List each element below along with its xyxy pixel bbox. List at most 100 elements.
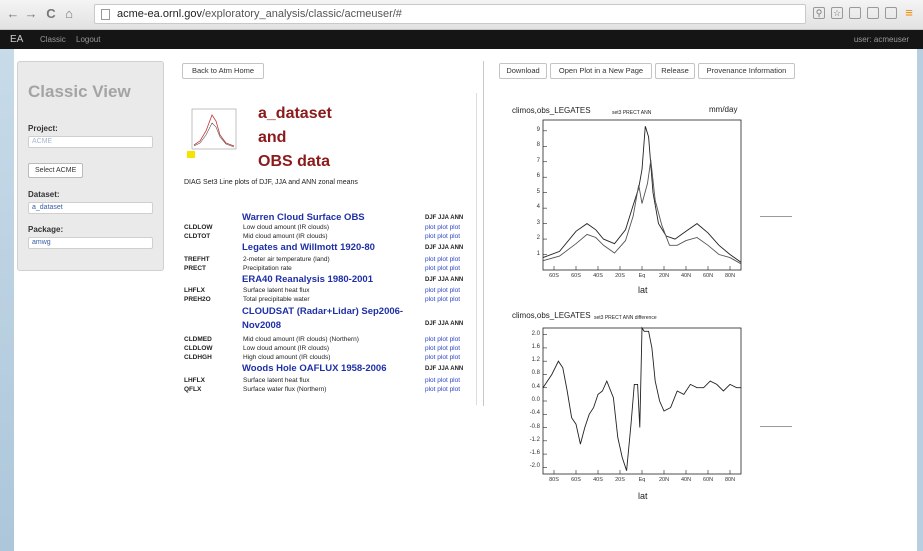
variable-desc: High cloud amount (IR clouds) [243,354,331,361]
variable-name: TREFHT [184,256,210,263]
plot-links[interactable]: plot plot plot [425,233,460,240]
plot1-subtitle: set3 PRECT ANN [612,110,652,116]
package-field[interactable]: amwg [28,237,153,249]
release-button[interactable]: Release [655,63,695,79]
heading-obs-data: OBS data [258,153,331,170]
select-acme-button[interactable]: Select ACME [28,163,84,178]
plot-links[interactable]: plot plot plot [425,287,460,294]
plot-links[interactable]: plot plot plot [425,336,460,343]
open-plot-new-page-button[interactable]: Open Plot in a New Page [550,63,652,79]
download-button[interactable]: Download [499,63,547,79]
x-tick-label: 60S [549,273,559,279]
x-tick-label: 80N [724,273,736,279]
variable-name: CLDMED [184,336,212,343]
y-tick-label: 0.4 [531,383,540,390]
extension-icon[interactable] [849,7,861,19]
y-tick-label: -1.6 [529,450,540,457]
browser-toolbar: ← → C ⌂ acme-ea.ornl.gov/exploratory_ana… [0,0,923,30]
season-header: DJF JJA ANN [425,277,464,283]
plot1-units: mm/day [709,105,738,114]
section-title: CLOUDSAT (Radar+Lidar) Sep2006- [242,306,404,317]
url-host: acme-ea.ornl.gov [117,8,202,20]
x-tick-label: 20S [615,273,625,279]
y-tick-label: 6 [536,173,540,180]
plot-links[interactable]: plot plot plot [425,386,460,393]
season-header: DJF JJA ANN [425,215,464,221]
dataset-field[interactable]: a_dataset [28,202,153,214]
plot1-x-axis-label: lat [638,285,648,295]
nav-link-classic[interactable]: Classic [40,35,66,44]
brand-logo[interactable]: EA [10,34,23,45]
home-icon[interactable]: ⌂ [62,6,76,22]
variable-desc: Mid cloud amount (IR clouds) [243,233,328,240]
plot-frame [542,327,742,475]
search-icon[interactable]: ⚲ [813,7,825,19]
thumbnail-plot-image[interactable] [184,101,242,159]
section-title: Legates and Willmott 1920-80 [242,242,375,253]
plot-links[interactable]: plot plot plot [425,296,460,303]
diag-caption: DIAG Set3 Line plots of DJF, JJA and ANN… [184,179,358,186]
series-line-1 [542,326,741,471]
forward-arrow-icon[interactable]: → [24,6,38,22]
variable-desc: Precipitation rate [243,265,292,272]
plot-links[interactable]: plot plot plot [425,265,460,272]
section-title: ERA40 Reanalysis 1980-2001 [242,274,373,285]
y-tick-label: 3 [536,219,540,226]
plot-links[interactable]: plot plot plot [425,354,460,361]
plot1-side-line [760,216,792,217]
nav-link-logout[interactable]: Logout [76,35,100,44]
variable-desc: Surface latent heat flux [243,377,310,384]
plot2-title: climos,obs_LEGATES [512,311,591,320]
season-header: DJF JJA ANN [425,321,464,327]
y-tick-label: 2.0 [531,330,540,337]
x-tick-label: 80S [549,477,559,483]
package-label: Package: [28,225,64,234]
y-tick-label: 9 [536,126,540,133]
plot1-chart[interactable] [542,119,753,271]
panel-divider [483,61,484,406]
back-to-atm-home-button[interactable]: Back to Atm Home [182,63,264,79]
back-arrow-icon[interactable]: ← [6,6,20,22]
browser-menu-icon[interactable]: ≡ [903,6,915,19]
series-line-1 [542,126,742,263]
variable-name: CLDLOW [184,345,213,352]
project-label: Project: [28,124,58,133]
section-title: Warren Cloud Surface OBS [242,212,365,223]
variable-name: LHFLX [184,287,205,294]
x-tick-label: 40N [680,477,692,483]
user-label: user: acmeuser [853,35,909,44]
plot-links[interactable]: plot plot plot [425,377,460,384]
desktop-backdrop-left [0,49,14,551]
variable-name: LHFLX [184,377,205,384]
x-tick-label: Eq [638,273,646,279]
plot-links[interactable]: plot plot plot [425,256,460,263]
plot-links[interactable]: plot plot plot [425,345,460,352]
variable-name: QFLX [184,386,202,393]
y-tick-label: -2.0 [529,463,540,470]
y-tick-label: 1.2 [531,357,540,364]
heading-dataset: a_dataset [258,105,332,122]
address-bar[interactable]: acme-ea.ornl.gov/exploratory_analysis/cl… [94,4,806,24]
provenance-button[interactable]: Provenance Information [698,63,795,79]
heading-and: and [258,129,287,146]
variable-name: CLDTOT [184,233,211,240]
plot2-x-axis-label: lat [638,491,648,501]
extension-icon-3[interactable] [885,7,897,19]
y-tick-label: 2 [536,235,540,242]
variable-name: CLDHGH [184,354,212,361]
x-tick-label: 60N [702,477,714,483]
x-tick-label: 20N [658,477,670,483]
reload-icon[interactable]: C [44,6,58,22]
section-title: Woods Hole OAFLUX 1958-2006 [242,363,387,374]
project-field[interactable]: ACME [28,136,153,148]
variable-name: CLDLOW [184,224,213,231]
sidebar-title: Classic View [28,82,131,101]
extension-icon-2[interactable] [867,7,879,19]
plot-links[interactable]: plot plot plot [425,224,460,231]
bookmark-star-icon[interactable]: ☆ [831,7,843,19]
plot2-chart[interactable] [542,326,753,475]
y-tick-label: -0.8 [529,423,540,430]
season-header: DJF JJA ANN [425,245,464,251]
desktop-backdrop-right [917,49,923,551]
dataset-label: Dataset: [28,190,60,199]
